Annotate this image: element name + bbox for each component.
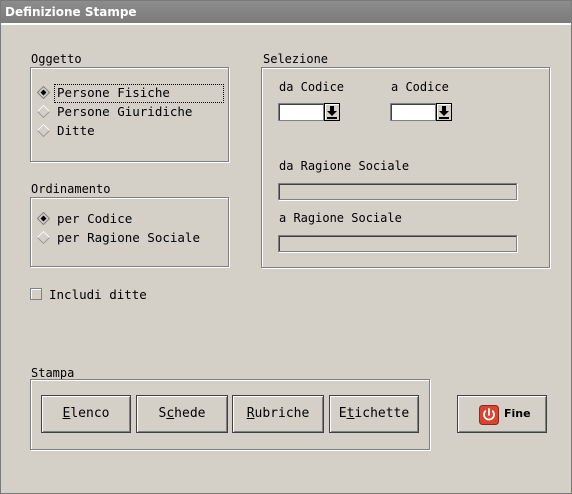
rubriche-label-rest: ubriche (254, 406, 310, 421)
print-definition-window: Definizione Stampe Oggetto Persone Fisic… (0, 0, 572, 494)
etichette-button[interactable]: Etichette (329, 395, 419, 433)
ordinamento-group-label: Ordinamento (31, 182, 111, 196)
radio-label: Persone Giuridiche (57, 104, 193, 119)
a-codice-label: a Codice (391, 80, 449, 94)
title-bar-divider (1, 23, 571, 25)
radio-selected-icon (37, 86, 50, 99)
dropdown-button[interactable] (436, 103, 452, 121)
elenco-label-rest: lenco (70, 406, 110, 421)
da-ragione-sociale-label: da Ragione Sociale (279, 159, 410, 173)
radio-unselected-icon (37, 231, 50, 244)
stampa-group-label: Stampa (31, 366, 75, 380)
includi-ditte-label: Includi ditte (49, 287, 147, 302)
oggetto-group-label: Oggetto (31, 52, 82, 66)
a-codice-combo[interactable] (390, 103, 452, 123)
includi-ditte-checkbox[interactable] (30, 288, 42, 300)
schede-label-rest: hede (174, 406, 206, 421)
title-bar[interactable]: Definizione Stampe (1, 1, 571, 23)
schede-accel: c (166, 406, 175, 421)
elenco-button[interactable]: Elenco (41, 395, 131, 433)
da-codice-combo[interactable] (278, 103, 340, 123)
a-ragione-sociale-input[interactable] (278, 235, 517, 252)
radio-label: Persone Fisiche (57, 85, 170, 100)
rubriche-button[interactable]: Rubriche (232, 395, 324, 433)
selezione-group-label: Selezione (263, 52, 329, 66)
power-icon (479, 405, 499, 425)
window-title: Definizione Stampe (5, 5, 137, 19)
radio-unselected-icon (37, 105, 50, 118)
rubriche-accel: R (246, 406, 255, 421)
da-codice-input[interactable] (278, 103, 324, 121)
a-codice-input[interactable] (390, 103, 436, 121)
etichette-label-start: E (338, 406, 347, 421)
a-ragione-sociale-label: a Ragione Sociale (279, 211, 402, 225)
radio-unselected-icon (37, 124, 50, 137)
da-ragione-sociale-input[interactable] (278, 183, 517, 200)
radio-label: Ditte (57, 123, 95, 138)
fine-label: Fine (504, 407, 531, 420)
da-codice-label: da Codice (279, 80, 345, 94)
download-arrow-icon (439, 106, 449, 119)
download-arrow-icon (327, 106, 337, 119)
dropdown-button[interactable] (324, 103, 340, 121)
etichette-label-rest: ichette (354, 406, 410, 421)
fine-button[interactable]: Fine (457, 395, 547, 433)
schede-button[interactable]: Schede (136, 395, 228, 433)
radio-label: per Codice (57, 211, 133, 226)
radio-label: per Ragione Sociale (57, 230, 200, 245)
radio-selected-icon (37, 212, 50, 225)
